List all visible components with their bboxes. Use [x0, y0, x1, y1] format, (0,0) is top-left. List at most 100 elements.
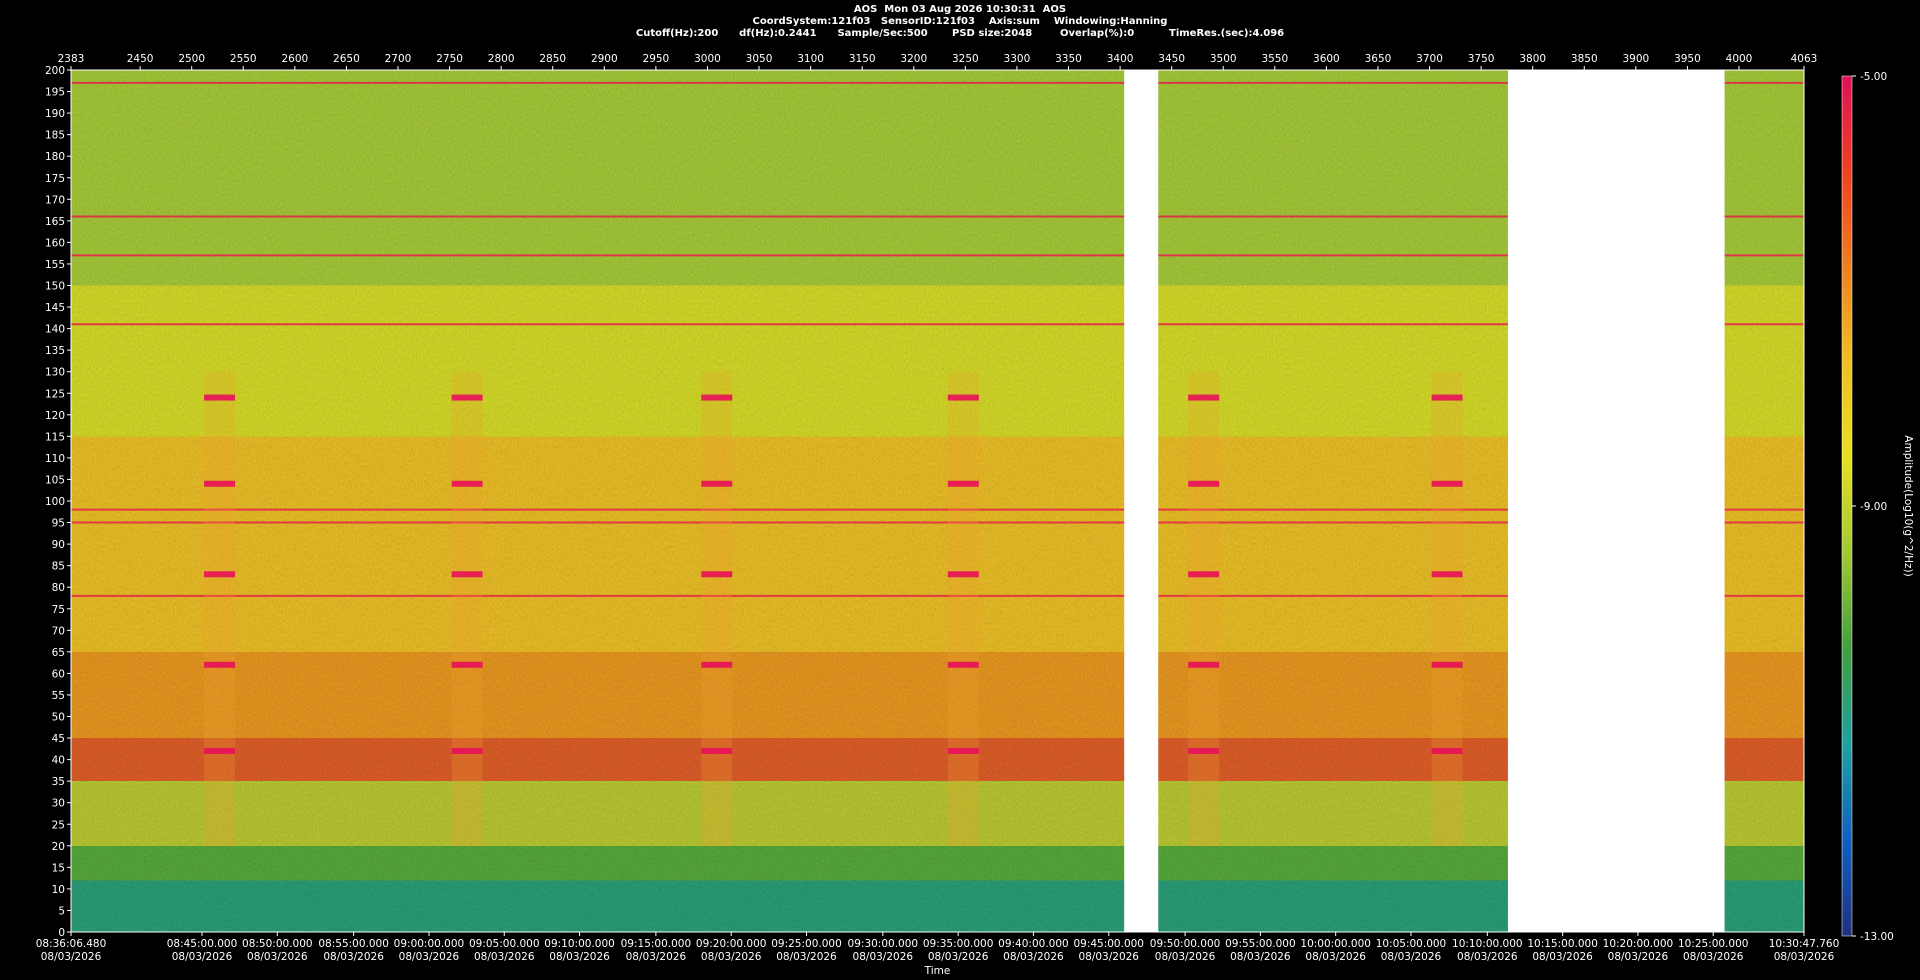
plot-area	[70, 69, 1805, 933]
bottom-tick-date: 08/03/2026	[323, 951, 384, 963]
bottom-tick-time: 09:40:00.000	[998, 938, 1069, 950]
burst-line	[1431, 661, 1463, 668]
bottom-tick-date: 08/03/2026	[172, 951, 233, 963]
bottom-tick-time: 09:45:00.000	[1073, 938, 1144, 950]
y-tick-label: 50	[52, 712, 65, 724]
y-tick-label: 35	[52, 776, 65, 788]
y-tick-label: 115	[45, 431, 65, 443]
y-tick-label: 10	[52, 884, 65, 896]
y-tick-label: 60	[52, 668, 65, 680]
y-tick-label: 130	[45, 367, 65, 379]
y-tick-label: 25	[52, 819, 65, 831]
y-tick-label: 185	[45, 130, 65, 142]
y-tick-label: 150	[45, 281, 65, 293]
y-tick-label: 15	[52, 862, 65, 874]
burst-line	[451, 480, 483, 487]
bottom-tick-date: 08/03/2026	[701, 951, 762, 963]
y-tick-label: 105	[45, 474, 65, 486]
top-tick-label: 3700	[1416, 53, 1443, 65]
bottom-tick-time: 09:50:00.000	[1150, 938, 1221, 950]
top-tick-label: 3550	[1261, 53, 1288, 65]
y-tick-label: 160	[45, 237, 65, 249]
bottom-tick-time: 10:15:00.000	[1527, 938, 1598, 950]
burst-line	[204, 747, 236, 754]
bottom-tick-time: 10:10:00.000	[1452, 938, 1523, 950]
bottom-tick-date: 08/03/2026	[1305, 951, 1366, 963]
y-tick-label: 195	[45, 87, 65, 99]
bottom-tick-date: 08/03/2026	[928, 951, 989, 963]
data-gap	[1124, 70, 1159, 932]
top-tick-label: 2950	[643, 53, 670, 65]
y-tick-label: 20	[52, 841, 65, 853]
y-tick-label: 30	[52, 798, 65, 810]
top-tick-label: 3300	[1004, 53, 1031, 65]
top-tick-label: 2700	[385, 53, 412, 65]
bottom-tick-time: 08:50:00.000	[242, 938, 313, 950]
top-tick-label: 3250	[952, 53, 979, 65]
y-tick-label: 165	[45, 216, 65, 228]
top-tick-label: 2750	[436, 53, 463, 65]
bottom-tick-date: 08/03/2026	[1457, 951, 1518, 963]
burst-region	[947, 371, 979, 846]
y-tick-label: 95	[52, 518, 65, 530]
bottom-tick-time: 10:00:00.000	[1300, 938, 1371, 950]
burst-line	[204, 480, 236, 487]
burst-line	[451, 571, 483, 578]
bottom-tick-date: 08/03/2026	[776, 951, 837, 963]
burst-line	[204, 571, 236, 578]
burst-region	[1188, 371, 1220, 846]
bottom-tick-date: 08/03/2026	[549, 951, 610, 963]
top-tick-label: 2600	[281, 53, 308, 65]
top-tick-label: 2450	[127, 53, 154, 65]
top-tick-label: 2850	[539, 53, 566, 65]
colorbar-bar	[1841, 75, 1853, 937]
bottom-tick-time: 09:15:00.000	[621, 938, 692, 950]
y-tick-label: 155	[45, 259, 65, 271]
bottom-tick-date: 08/03/2026	[1683, 951, 1744, 963]
y-tick-label: 55	[52, 690, 65, 702]
bottom-tick-date: 08/03/2026	[1003, 951, 1064, 963]
top-tick-label: 2550	[230, 53, 257, 65]
bottom-tick-date: 08/03/2026	[1078, 951, 1139, 963]
bottom-tick-date: 08/03/2026	[41, 951, 102, 963]
burst-line	[947, 747, 979, 754]
burst-line	[701, 571, 733, 578]
burst-region	[451, 371, 483, 846]
burst-line	[451, 394, 483, 401]
top-tick-label: 3150	[849, 53, 876, 65]
bottom-tick-date: 08/03/2026	[853, 951, 914, 963]
bottom-tick-date: 08/03/2026	[1532, 951, 1593, 963]
burst-line	[701, 747, 733, 754]
top-tick-label: 3000	[694, 53, 721, 65]
top-tick-label: 4063	[1791, 53, 1818, 65]
bottom-tick-date: 08/03/2026	[247, 951, 308, 963]
burst-line	[204, 661, 236, 668]
y-tick-label: 85	[52, 561, 65, 573]
top-tick-label: 4000	[1726, 53, 1753, 65]
bottom-tick-time: 10:30:47.760	[1769, 938, 1840, 950]
top-tick-label: 3600	[1313, 53, 1340, 65]
spectrogram-chart: 2001951901851801751701651601551501451401…	[36, 53, 1914, 977]
y-tick-label: 80	[52, 582, 65, 594]
y-tick-label: 110	[45, 453, 65, 465]
burst-line	[1431, 747, 1463, 754]
top-tick-label: 3050	[746, 53, 773, 65]
bottom-tick-time: 09:00:00.000	[394, 938, 465, 950]
top-tick-label: 3500	[1210, 53, 1237, 65]
colorbar-tick-label: -5.00	[1860, 71, 1887, 83]
y-tick-label: 170	[45, 194, 65, 206]
bottom-tick-date: 08/03/2026	[1608, 951, 1669, 963]
burst-line	[1188, 571, 1220, 578]
y-tick-label: 75	[52, 604, 65, 616]
y-tick-label: 145	[45, 302, 65, 314]
top-tick-label: 2650	[333, 53, 360, 65]
top-tick-label: 3400	[1107, 53, 1134, 65]
bottom-tick-time: 09:35:00.000	[923, 938, 994, 950]
burst-line	[451, 747, 483, 754]
bottom-tick-time: 09:25:00.000	[771, 938, 842, 950]
bottom-tick-time: 08:36:06.480	[36, 938, 107, 950]
y-tick-label: 120	[45, 410, 65, 422]
y-tick-label: 200	[45, 65, 65, 77]
burst-line	[1188, 747, 1220, 754]
top-tick-label: 2800	[488, 53, 515, 65]
